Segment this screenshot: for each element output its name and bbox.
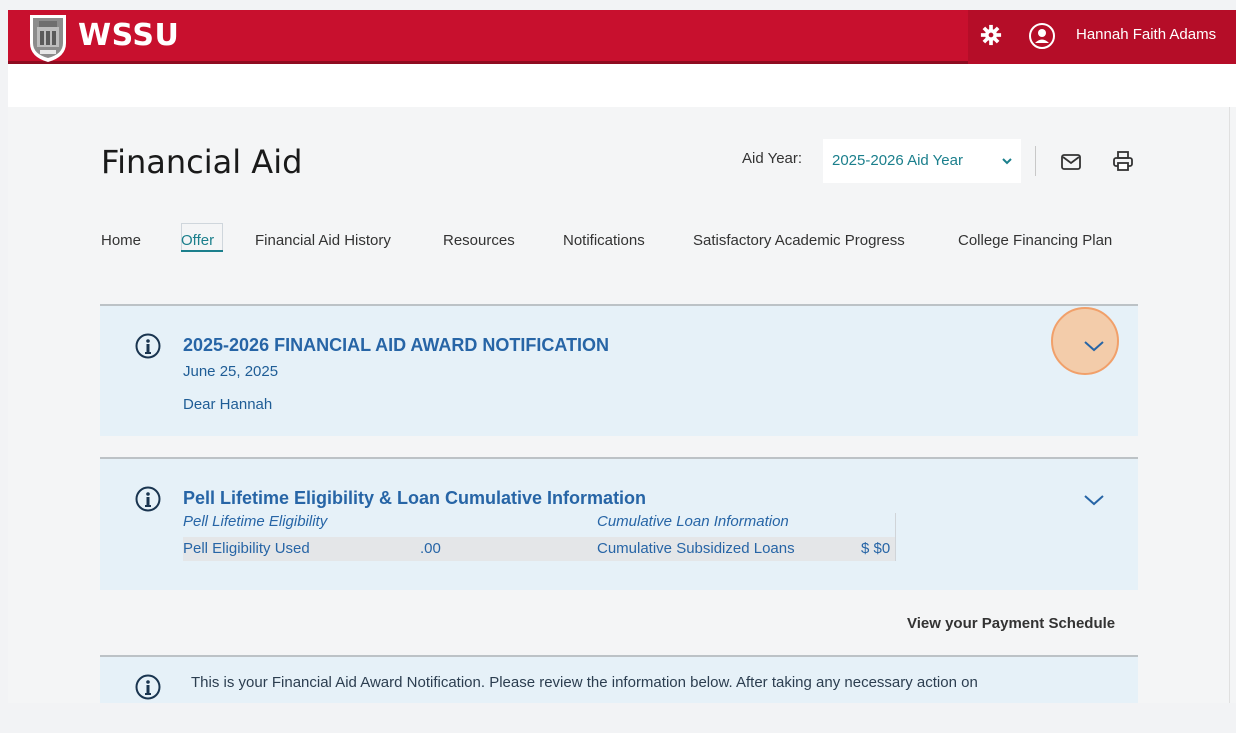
- divider: [1035, 146, 1036, 176]
- cumulative-loan-header: Cumulative Loan Information: [597, 513, 789, 530]
- award-greeting-clip: Dear Hannah: [183, 392, 583, 412]
- award-notification-title[interactable]: 2025-2026 FINANCIAL AID AWARD NOTIFICATI…: [183, 335, 609, 356]
- pell-used-label: Pell Eligibility Used: [183, 540, 310, 557]
- info-icon: [135, 486, 161, 512]
- print-icon[interactable]: [1112, 150, 1134, 172]
- page-title: Financial Aid: [101, 143, 303, 181]
- pell-eligibility-header: Pell Lifetime Eligibility: [183, 513, 328, 530]
- table-border: [895, 513, 896, 561]
- pell-used-value: .00: [420, 540, 441, 557]
- gear-icon[interactable]: [980, 24, 1002, 46]
- payment-schedule-link[interactable]: View your Payment Schedule: [907, 615, 1115, 632]
- aid-year-label: Aid Year:: [742, 150, 803, 167]
- tab-resources[interactable]: Resources: [443, 232, 515, 249]
- logo-text[interactable]: WSSU: [78, 18, 179, 53]
- user-avatar-icon[interactable]: [1029, 23, 1055, 49]
- pell-panel-title[interactable]: Pell Lifetime Eligibility & Loan Cumulat…: [183, 488, 646, 509]
- aid-year-select[interactable]: 2025-2026 Aid Year: [823, 139, 1021, 183]
- app-window: WSSU Hannah Faith Adams Financial Aid Ai…: [8, 10, 1236, 703]
- award-notification-date: June 25, 2025: [183, 363, 279, 380]
- wssu-shield-icon[interactable]: [26, 13, 70, 63]
- chevron-down-icon: [1002, 158, 1012, 165]
- vertical-scrollbar[interactable]: [1229, 107, 1236, 703]
- tab-college-financing-plan[interactable]: College Financing Plan: [958, 232, 1112, 249]
- tab-satisfactory-academic-progress[interactable]: Satisfactory Academic Progress: [693, 232, 905, 249]
- info-icon: [135, 674, 161, 700]
- chevron-down-icon[interactable]: [1083, 339, 1105, 353]
- aid-year-value: 2025-2026 Aid Year: [832, 152, 963, 169]
- tab-financial-aid-history[interactable]: Financial Aid History: [255, 232, 391, 249]
- pell-loan-table: Pell Lifetime Eligibility Cumulative Loa…: [183, 513, 896, 563]
- award-info-text: This is your Financial Aid Award Notific…: [191, 674, 978, 691]
- user-name[interactable]: Hannah Faith Adams: [1076, 26, 1216, 43]
- tab-notifications[interactable]: Notifications: [563, 232, 645, 249]
- subsidized-loans-label: Cumulative Subsidized Loans: [597, 540, 795, 557]
- award-notification-greeting: Dear Hannah: [183, 396, 273, 412]
- active-tab-indicator: [181, 250, 223, 252]
- tab-offer[interactable]: Offer: [181, 232, 214, 249]
- top-bar: WSSU Hannah Faith Adams: [8, 10, 1236, 64]
- subsidized-loans-value: $ $0: [861, 540, 891, 557]
- chevron-down-icon[interactable]: [1083, 493, 1105, 507]
- tab-home[interactable]: Home: [101, 232, 141, 249]
- mail-icon[interactable]: [1060, 153, 1082, 171]
- info-icon: [135, 333, 161, 359]
